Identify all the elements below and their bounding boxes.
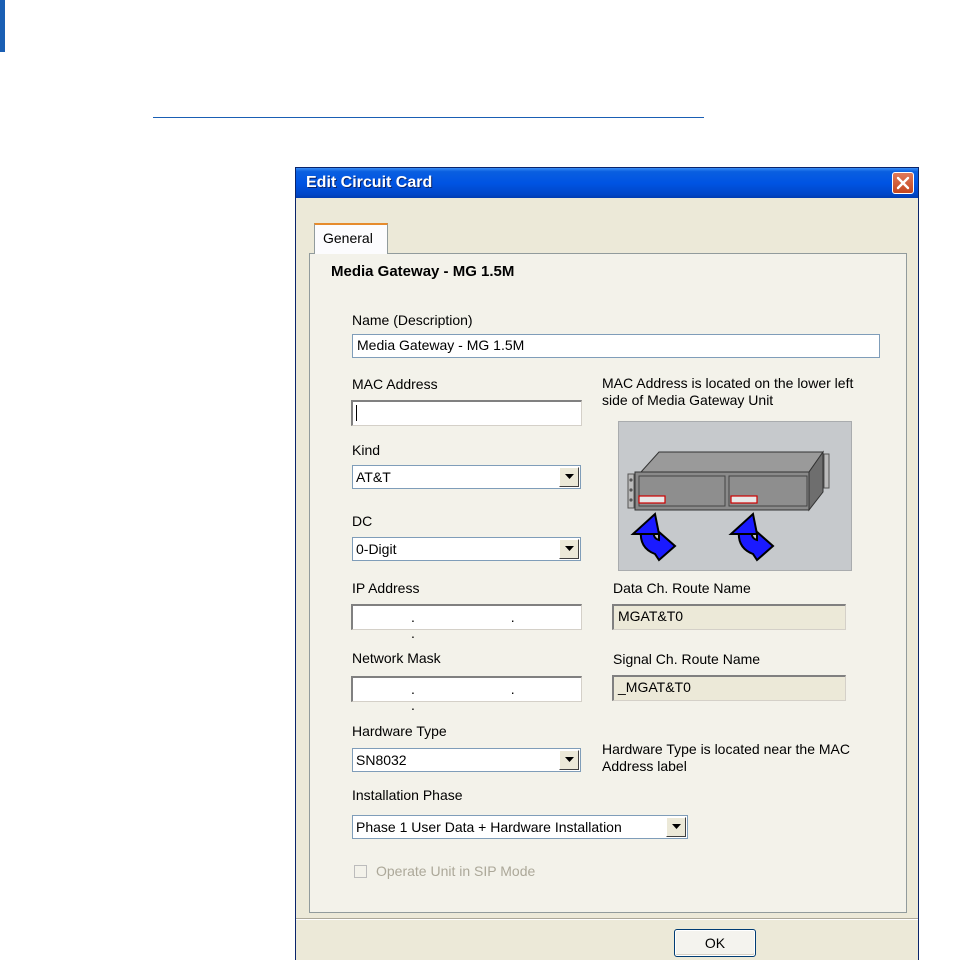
signal-route-label: Signal Ch. Route Name [613,651,761,667]
ip-address-label: IP Address [352,580,420,596]
dialog-title: Edit Circuit Card [306,174,433,191]
hardware-type-label: Hardware Type [352,723,447,739]
title-bar[interactable]: Edit Circuit Card [296,168,918,198]
dc-dropdown-button[interactable] [559,539,579,559]
name-label: Name (Description) [352,312,473,328]
ip-address-input[interactable]: . . . [351,604,582,641]
ip-address-dots: . . . [411,609,561,641]
arrow-icon-right [728,512,775,562]
chevron-down-icon [565,474,574,479]
gateway-unit-diagram [627,450,830,562]
ok-button-label: OK [704,935,726,951]
chevron-down-icon [672,824,681,829]
dc-label: DC [352,513,373,529]
name-input[interactable]: Media Gateway - MG 1.5M [352,334,880,358]
kind-select-value: AT&T [356,469,391,485]
mac-address-hint: MAC Address is located on the lower left… [602,375,854,408]
dc-select-value: 0-Digit [356,541,397,557]
installation-phase-dropdown-button[interactable] [666,817,686,837]
close-icon [896,176,910,190]
installation-phase-value: Phase 1 User Data + Hardware Installatio… [356,819,622,835]
chevron-down-icon [565,546,574,551]
installation-phase-select[interactable]: Phase 1 User Data + Hardware Installatio… [352,815,688,839]
hardware-type-dropdown-button[interactable] [559,750,579,770]
media-gateway-illustration [618,421,852,571]
ok-button[interactable]: OK [674,929,756,957]
data-route-label: Data Ch. Route Name [613,580,751,596]
footer-separator [296,918,918,920]
signal-route-field: _MGAT&T0 [612,675,846,701]
installation-phase-label: Installation Phase [352,787,463,803]
kind-select[interactable]: AT&T [352,465,581,489]
sip-mode-checkbox[interactable] [354,865,367,878]
hardware-type-value: SN8032 [356,752,407,768]
tab-general[interactable]: General [314,223,388,254]
section-title: Media Gateway - MG 1.5M [331,263,515,280]
tab-general-label: General [323,230,373,246]
data-route-field: MGAT&T0 [612,604,846,630]
network-mask-input[interactable]: . . . [351,676,582,713]
top-rule-line [153,117,704,118]
arrow-icon-left [630,512,677,562]
network-mask-dots: . . . [411,681,561,713]
dc-select[interactable]: 0-Digit [352,537,581,561]
mac-address-input[interactable] [351,400,582,426]
left-accent-bar [0,0,5,52]
mac-address-label: MAC Address [352,376,438,392]
text-caret [356,405,357,421]
hardware-type-select[interactable]: SN8032 [352,748,581,772]
sip-mode-label: Operate Unit in SIP Mode [376,863,536,879]
network-mask-label: Network Mask [352,650,441,666]
chevron-down-icon [565,757,574,762]
close-button[interactable] [892,172,914,194]
kind-dropdown-button[interactable] [559,467,579,487]
edit-circuit-card-dialog: Edit Circuit Card General Media Gateway … [295,167,919,960]
hardware-type-hint: Hardware Type is located near the MAC Ad… [602,741,850,774]
kind-label: Kind [352,442,381,458]
